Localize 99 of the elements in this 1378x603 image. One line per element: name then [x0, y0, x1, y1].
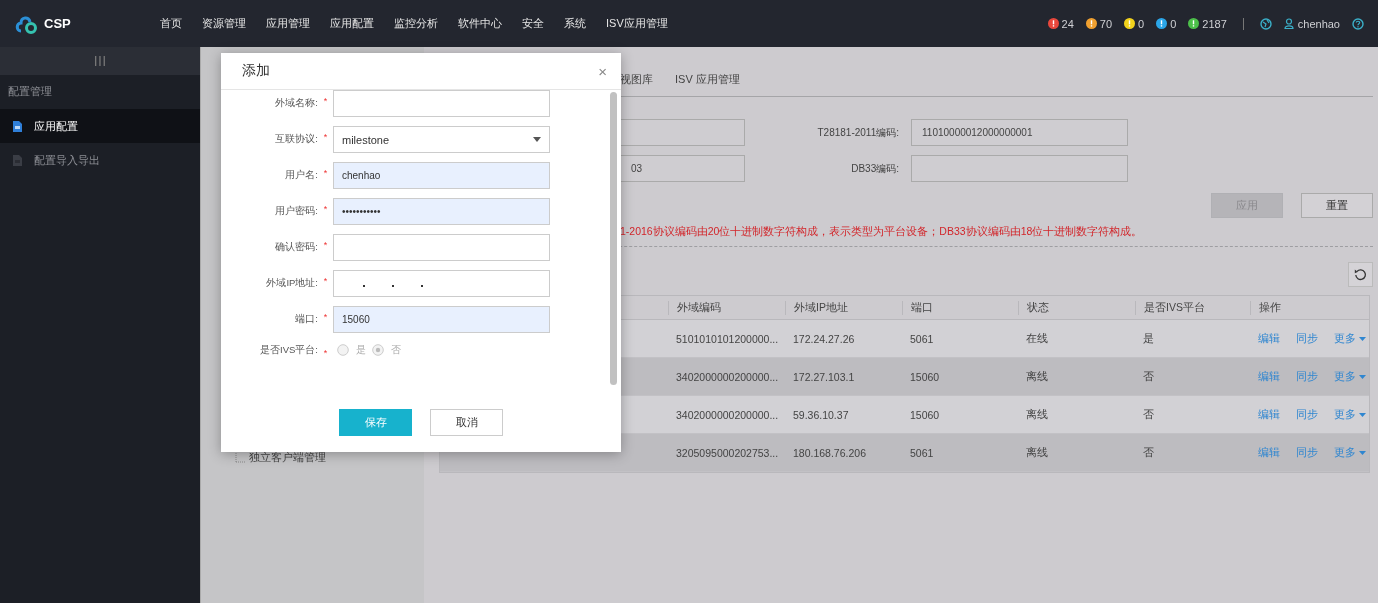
text-field[interactable]: 03 — [620, 155, 745, 182]
column-header: 外域编码 — [668, 300, 785, 315]
alarm-count[interactable]: 0 — [1170, 17, 1177, 30]
nav-item[interactable]: 监控分析 — [394, 16, 438, 31]
required-mark: * — [322, 168, 329, 178]
table-cell: 离线 — [1026, 445, 1048, 458]
required-mark: * — [322, 204, 329, 214]
nav-item[interactable]: 应用配置 — [330, 16, 374, 31]
radio-circle-icon — [372, 344, 384, 356]
sidebar-item[interactable]: 应用配置 — [0, 109, 200, 143]
required-mark: * — [322, 96, 329, 106]
alarm-count[interactable]: 0 — [1138, 17, 1145, 30]
nav-item[interactable]: 系统 — [564, 16, 586, 31]
text-field[interactable] — [911, 155, 1128, 182]
table-cell: 3205095000202753... — [676, 446, 779, 459]
tree-item[interactable]: 独立客户端管理 — [249, 450, 326, 465]
field-label: 外域IP地址: — [265, 277, 318, 290]
required-mark: * — [322, 348, 329, 358]
dialog-title: 添加 — [242, 62, 270, 80]
input-field[interactable] — [333, 90, 550, 117]
table-cell: 5101010101200000... — [676, 332, 779, 345]
tree-line-icon — [235, 452, 247, 463]
close-button[interactable]: × — [598, 62, 607, 80]
required-mark: * — [322, 276, 329, 286]
help-icon[interactable] — [1352, 17, 1364, 30]
table-cell: 15060 — [910, 370, 940, 383]
user-icon — [1283, 18, 1294, 29]
caret-icon — [1359, 450, 1366, 455]
caret-icon — [533, 137, 541, 142]
table-cell: 172.27.103.1 — [793, 370, 855, 383]
field-label: 用户密码: — [274, 205, 318, 218]
dropdown-field[interactable]: milestone — [333, 126, 550, 153]
sidebar-header: 配置管理 — [7, 84, 53, 99]
required-mark: * — [322, 132, 329, 142]
field-label: 用户名: — [284, 169, 318, 182]
nav-item[interactable]: 应用管理 — [266, 16, 310, 31]
nav-item[interactable]: 资源管理 — [202, 16, 246, 31]
table-cell: 否 — [1143, 369, 1154, 382]
field-label: 外域名称: — [274, 97, 318, 110]
refresh-icon — [1354, 268, 1367, 281]
table-cell: 5061 — [910, 446, 934, 459]
table-cell: 在线 — [1026, 331, 1048, 344]
table-cell: 3402000000200000... — [676, 408, 779, 421]
table-cell: 否 — [1143, 407, 1154, 420]
input-field[interactable] — [333, 234, 550, 261]
column-header: 端口 — [902, 300, 1018, 315]
column-header: 是否IVS平台 — [1135, 300, 1250, 315]
table-cell: 是 — [1143, 331, 1154, 344]
text-field[interactable]: 11010000012000000001 — [911, 119, 1128, 146]
table-cell: 59.36.10.37 — [793, 408, 849, 421]
sidebar-item[interactable]: 配置导入导出 — [0, 143, 200, 177]
document-icon — [13, 120, 22, 132]
text-field[interactable] — [620, 119, 745, 146]
tab[interactable]: ISV 应用管理 — [675, 72, 740, 96]
table-cell: 180.168.76.206 — [793, 446, 866, 459]
table-cell: 离线 — [1026, 369, 1048, 382]
table-cell: 5061 — [910, 332, 934, 345]
user-name[interactable]: chenhao — [1297, 17, 1340, 30]
refresh-button[interactable] — [1348, 262, 1373, 287]
scrollbar[interactable] — [610, 92, 617, 385]
nav-item[interactable]: ISV应用管理 — [606, 16, 668, 31]
alarm-count[interactable]: 70 — [1099, 17, 1113, 30]
required-mark: * — [322, 312, 329, 322]
hint-text: 1-2016协议编码由20位十进制数字符构成，表示类型为平台设备；DB33协议编码由18位十进制数字符构成。 — [620, 225, 1144, 239]
nav-item[interactable]: 软件中心 — [458, 16, 502, 31]
field-label: 互联协议: — [274, 133, 318, 146]
column-header: 操作 — [1250, 300, 1369, 315]
table-cell: 否 — [1143, 445, 1154, 458]
input-field[interactable]: 15060 — [333, 306, 550, 333]
tab[interactable]: 视图库 — [620, 72, 653, 96]
table-cell: 172.24.27.26 — [793, 332, 855, 345]
ip-address-field[interactable] — [333, 270, 550, 297]
nav-item[interactable]: 首页 — [160, 16, 182, 31]
caret-icon — [1359, 336, 1366, 341]
caret-icon — [1359, 412, 1366, 417]
column-header: 状态 — [1018, 300, 1135, 315]
alarm-count[interactable]: 24 — [1061, 17, 1074, 30]
table-cell: 离线 — [1026, 407, 1048, 420]
required-mark: * — [322, 240, 329, 250]
field-label: DB33编码: — [850, 161, 900, 176]
reset-button[interactable]: 重置 — [1301, 193, 1373, 218]
field-label: 确认密码: — [274, 241, 318, 254]
input-field[interactable]: chenhao — [333, 162, 550, 189]
cancel-button[interactable]: 取消 — [430, 409, 503, 436]
field-label: 端口: — [294, 313, 318, 326]
radio-circle-icon — [337, 344, 349, 356]
input-field[interactable]: ••••••••••• — [333, 198, 550, 225]
document-icon — [13, 154, 22, 166]
table-cell: 15060 — [910, 408, 940, 421]
caret-icon — [1359, 374, 1366, 379]
field-label: T28181-2011编码: — [816, 125, 900, 140]
table-cell: 3402000000200000... — [676, 370, 779, 383]
nav-item[interactable]: 安全 — [522, 16, 544, 31]
column-header: 外域IP地址 — [785, 300, 902, 315]
field-label: 是否IVS平台: — [259, 343, 318, 357]
logo-text: CSP — [44, 16, 71, 31]
collapse-handle-icon[interactable] — [94, 56, 106, 66]
globe-icon[interactable] — [1259, 17, 1272, 30]
alarm-count[interactable]: 2187 — [1202, 17, 1227, 30]
